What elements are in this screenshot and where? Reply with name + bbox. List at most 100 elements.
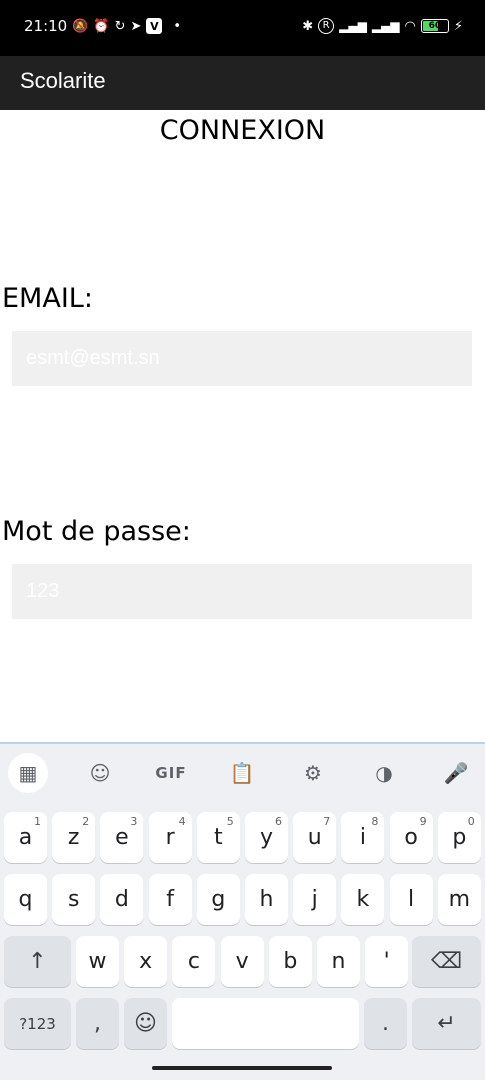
backspace-key[interactable]: ⌫ [412,936,481,987]
key-l[interactable]: l [389,874,433,925]
key-w[interactable]: w [76,936,119,987]
gif-button[interactable]: GIF [151,753,191,793]
telegram-icon: ➤ [130,18,142,34]
status-right: ✱ R ▂▄▆ ▂▄▆ ◠ 60 ⚡ [302,17,463,35]
keyboard: ▦ ☺ GIF 📋 ⚙ ◑ 🎤 a1z2e3r4t5y6u7i8o9p0qsdf… [0,742,485,1080]
email-label: EMAIL: [2,283,93,314]
key-t[interactable]: t5 [196,812,240,863]
wifi-icon: ◠ [404,18,416,34]
charging-icon: ⚡ [453,18,463,34]
palette-icon[interactable]: ◑ [364,753,404,793]
key-g-label: g [211,887,226,912]
key-r[interactable]: r4 [148,812,192,863]
app-title: Scolarite [20,68,106,93]
mic-icon[interactable]: 🎤 [436,753,476,793]
shift-key[interactable]: ↑ [4,936,71,987]
key-h[interactable]: h [245,874,288,925]
key-b-label: b [283,949,298,974]
key-s-label: s [67,887,80,912]
password-field[interactable] [12,564,472,619]
enter-key[interactable]: ↵ [412,998,481,1049]
alarm-icon: ⏰ [93,18,110,34]
enter-key-label: ↵ [437,1011,456,1036]
settings-icon[interactable]: ⚙ [293,753,333,793]
key-c[interactable]: c [172,936,216,987]
mute-icon: 🔕 [72,18,89,34]
status-bar: 21:10 🔕 ⏰ ↻ ➤ V • ✱ R ▂▄▆ ▂▄▆ ◠ 60 ⚡ [0,0,485,56]
key-q-label: q [18,887,33,912]
shift-key-label: ↑ [28,949,47,974]
key-y-label: y [259,825,274,850]
key-b[interactable]: b [268,936,312,987]
key-s[interactable]: s [52,874,96,925]
key-u-hint: 7 [323,815,331,828]
signal-icon-2: ▂▄▆ [371,19,400,33]
key-m[interactable]: m [437,874,481,925]
key-x-label: x [139,949,153,974]
key-p-hint: 0 [467,815,475,828]
key-p-label: p [452,825,467,850]
key-r-hint: 4 [178,815,186,828]
key-p[interactable]: p0 [437,812,481,863]
apps-icon[interactable]: ▦ [8,753,48,793]
key-f-label: f [166,887,174,912]
key-k[interactable]: k [341,874,385,925]
key-y[interactable]: y6 [245,812,288,863]
key-y-hint: 6 [275,815,282,828]
key-c-label: c [187,949,200,974]
key-w-label: w [88,949,107,974]
comma-key[interactable]: , [76,998,119,1049]
key-r-label: r [165,825,175,850]
emoji-key[interactable]: ☺ [124,998,167,1049]
key-a-hint: 1 [34,815,41,828]
page-title: CONNEXION [159,115,326,146]
emoji-key-label: ☺ [134,1011,157,1036]
symbols-key-label: ?123 [19,1014,56,1033]
key-q[interactable]: q [4,874,47,925]
key-o[interactable]: o9 [389,812,433,863]
sticker-icon[interactable]: ☺ [80,753,120,793]
app-bar: Scolarite [0,56,485,110]
key-i-label: i [359,825,366,850]
key-e-label: e [115,825,129,850]
sync-icon: ↻ [114,18,126,34]
space-key[interactable] [172,998,359,1049]
key-e[interactable]: e3 [100,812,144,863]
key-o-hint: 9 [419,815,427,828]
backspace-key-label: ⌫ [430,949,463,974]
symbols-key[interactable]: ?123 [4,998,71,1049]
email-field[interactable] [12,331,472,386]
key-t-label: t [213,825,223,850]
key-z-label: z [67,825,80,850]
bluetooth-icon: ✱ [302,18,314,34]
key-z[interactable]: z2 [52,812,96,863]
key-i[interactable]: i8 [341,812,385,863]
key-u[interactable]: u7 [293,812,337,863]
key-apostrophe-label: ' [383,949,390,974]
key-t-hint: 5 [226,815,234,828]
key-a[interactable]: a1 [4,812,47,863]
status-left: 21:10 🔕 ⏰ ↻ ➤ V • [24,17,181,35]
app-icon: V [146,18,163,34]
battery-icon: 60 [420,19,449,33]
key-e-hint: 3 [130,815,138,828]
key-d-label: d [114,887,129,912]
period-key[interactable]: . [364,998,407,1049]
dot-icon: • [173,18,182,34]
key-k-label: k [356,887,370,912]
keyboard-toolbar: ▦ ☺ GIF 📋 ⚙ ◑ 🎤 [0,744,485,802]
key-j-label: j [311,887,318,912]
clipboard-icon[interactable]: 📋 [222,753,262,793]
key-j[interactable]: j [293,874,337,925]
key-v[interactable]: v [220,936,264,987]
key-apostrophe[interactable]: ' [365,936,409,987]
nav-handle[interactable] [152,1066,332,1070]
key-n[interactable]: n [317,936,360,987]
key-x[interactable]: x [124,936,168,987]
key-d[interactable]: d [100,874,144,925]
key-g[interactable]: g [196,874,240,925]
period-key-label: . [382,1011,389,1036]
key-f[interactable]: f [148,874,192,925]
comma-key-label: , [94,1011,101,1036]
key-l-label: l [408,887,415,912]
